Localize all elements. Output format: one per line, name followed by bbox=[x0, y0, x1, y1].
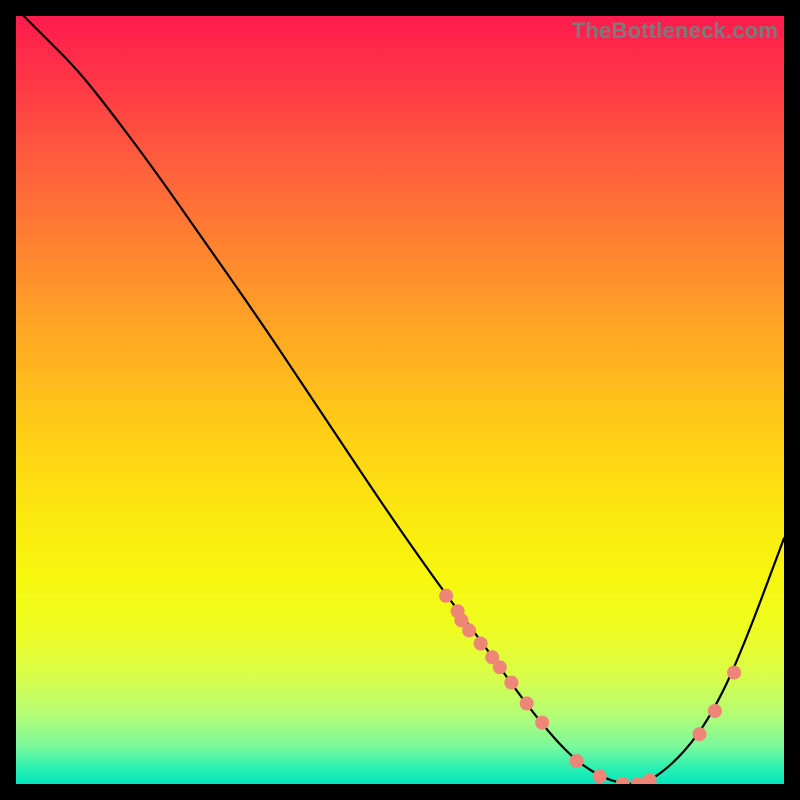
scatter-point bbox=[520, 696, 534, 710]
scatter-point bbox=[593, 769, 607, 783]
scatter-point bbox=[616, 777, 630, 784]
scatter-point bbox=[504, 676, 518, 690]
scatter-point bbox=[493, 660, 507, 674]
scatter-point bbox=[535, 716, 549, 730]
chart-overlay bbox=[16, 16, 784, 784]
scatter-point bbox=[570, 754, 584, 768]
scatter-point bbox=[693, 727, 707, 741]
chart-container: { "watermark": "TheBottleneck.com", "cha… bbox=[0, 0, 800, 800]
scatter-point bbox=[462, 623, 476, 637]
plot-area: TheBottleneck.com bbox=[16, 16, 784, 784]
scatter-point bbox=[643, 773, 657, 784]
curve-line bbox=[24, 16, 784, 784]
scatter-point bbox=[708, 704, 722, 718]
scatter-markers bbox=[439, 589, 741, 784]
scatter-point bbox=[727, 666, 741, 680]
scatter-point bbox=[474, 637, 488, 651]
scatter-point bbox=[439, 589, 453, 603]
